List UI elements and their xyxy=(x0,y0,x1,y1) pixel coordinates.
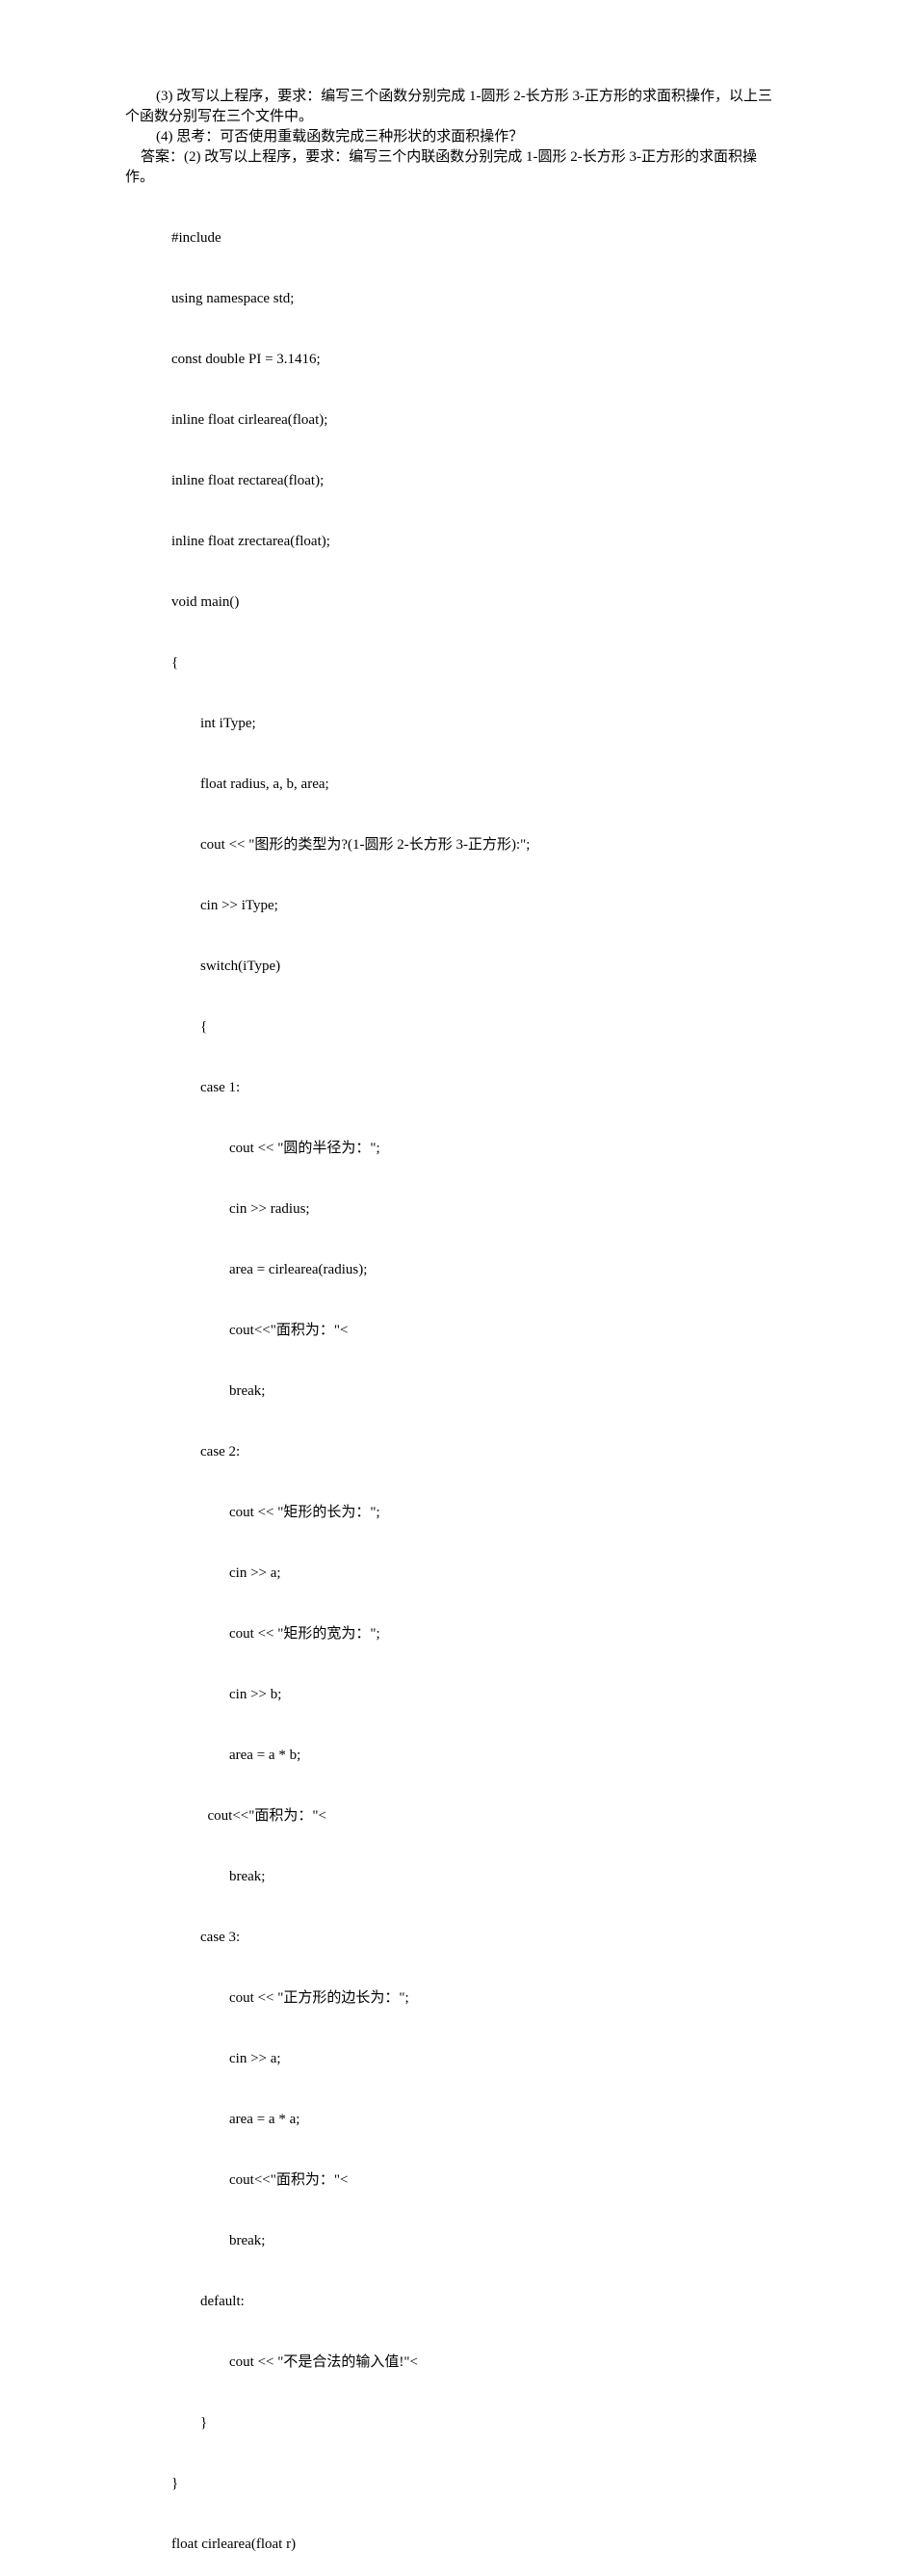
code-line: break; xyxy=(171,1867,785,1887)
code-line: } xyxy=(171,2413,785,2433)
code-line: cout<<"面积为："< xyxy=(171,1806,785,1827)
text-q3: (3) 改写以上程序，要求：编写三个函数分别完成 1-圆形 2-长方形 3-正方… xyxy=(125,89,772,124)
code-line: using namespace std; xyxy=(171,289,785,309)
code-line: cout<<"面积为："< xyxy=(171,2170,785,2191)
code-line: cout << "正方形的边长为："; xyxy=(171,1988,785,2009)
code-line: area = cirlearea(radius); xyxy=(171,1260,785,1280)
text-answer: 答案：(2) 改写以上程序，要求：编写三个内联函数分别完成 1-圆形 2-长方形… xyxy=(125,149,757,185)
code-line: case 2: xyxy=(171,1442,785,1462)
code-line: inline float cirlearea(float); xyxy=(171,410,785,431)
code-line: break; xyxy=(171,2231,785,2251)
code-line: float cirlearea(float r) xyxy=(171,2535,785,2555)
text-q4: (4) 思考：可否使用重载函数完成三种形状的求面积操作？ xyxy=(156,129,523,145)
code-line: void main() xyxy=(171,592,785,613)
code-line: area = a * b; xyxy=(171,1746,785,1766)
code-line: cout << "矩形的长为："; xyxy=(171,1503,785,1523)
code-line: cout << "圆的半径为："; xyxy=(171,1139,785,1159)
code-line: cout<<"面积为："< xyxy=(171,1321,785,1341)
code-line: case 3: xyxy=(171,1928,785,1948)
code-line: } xyxy=(171,2474,785,2494)
code-line: const double PI = 3.1416; xyxy=(171,350,785,370)
code-line: cin >> a; xyxy=(171,2049,785,2069)
code-line: cin >> iType; xyxy=(171,896,785,916)
code-line: { xyxy=(171,653,785,673)
code-line: default: xyxy=(171,2292,785,2312)
code-line: inline float zrectarea(float); xyxy=(171,532,785,552)
code-line: break; xyxy=(171,1381,785,1402)
paragraph-q4: (4) 思考：可否使用重载函数完成三种形状的求面积操作？ xyxy=(125,127,785,147)
paragraph-answer: 答案：(2) 改写以上程序，要求：编写三个内联函数分别完成 1-圆形 2-长方形… xyxy=(125,147,785,188)
code-line: cin >> a; xyxy=(171,1564,785,1584)
code-block: #include using namespace std; const doub… xyxy=(125,188,785,2576)
paragraph-q3: (3) 改写以上程序，要求：编写三个函数分别完成 1-圆形 2-长方形 3-正方… xyxy=(125,87,785,127)
document-page: (3) 改写以上程序，要求：编写三个函数分别完成 1-圆形 2-长方形 3-正方… xyxy=(0,0,910,2576)
code-line: case 1: xyxy=(171,1078,785,1098)
code-line: int iType; xyxy=(171,714,785,734)
code-line: cout << "不是合法的输入值!"< xyxy=(171,2353,785,2373)
code-line: { xyxy=(171,1017,785,1038)
code-line: cin >> radius; xyxy=(171,1199,785,1220)
code-line: inline float rectarea(float); xyxy=(171,471,785,491)
code-line: switch(iType) xyxy=(171,957,785,977)
code-line: area = a * a; xyxy=(171,2110,785,2130)
code-line: float radius, a, b, area; xyxy=(171,775,785,795)
code-line: #include xyxy=(171,228,785,249)
code-line: cout << "矩形的宽为："; xyxy=(171,1624,785,1644)
code-line: cout << "图形的类型为?(1-圆形 2-长方形 3-正方形):"; xyxy=(171,835,785,855)
code-line: cin >> b; xyxy=(171,1685,785,1705)
